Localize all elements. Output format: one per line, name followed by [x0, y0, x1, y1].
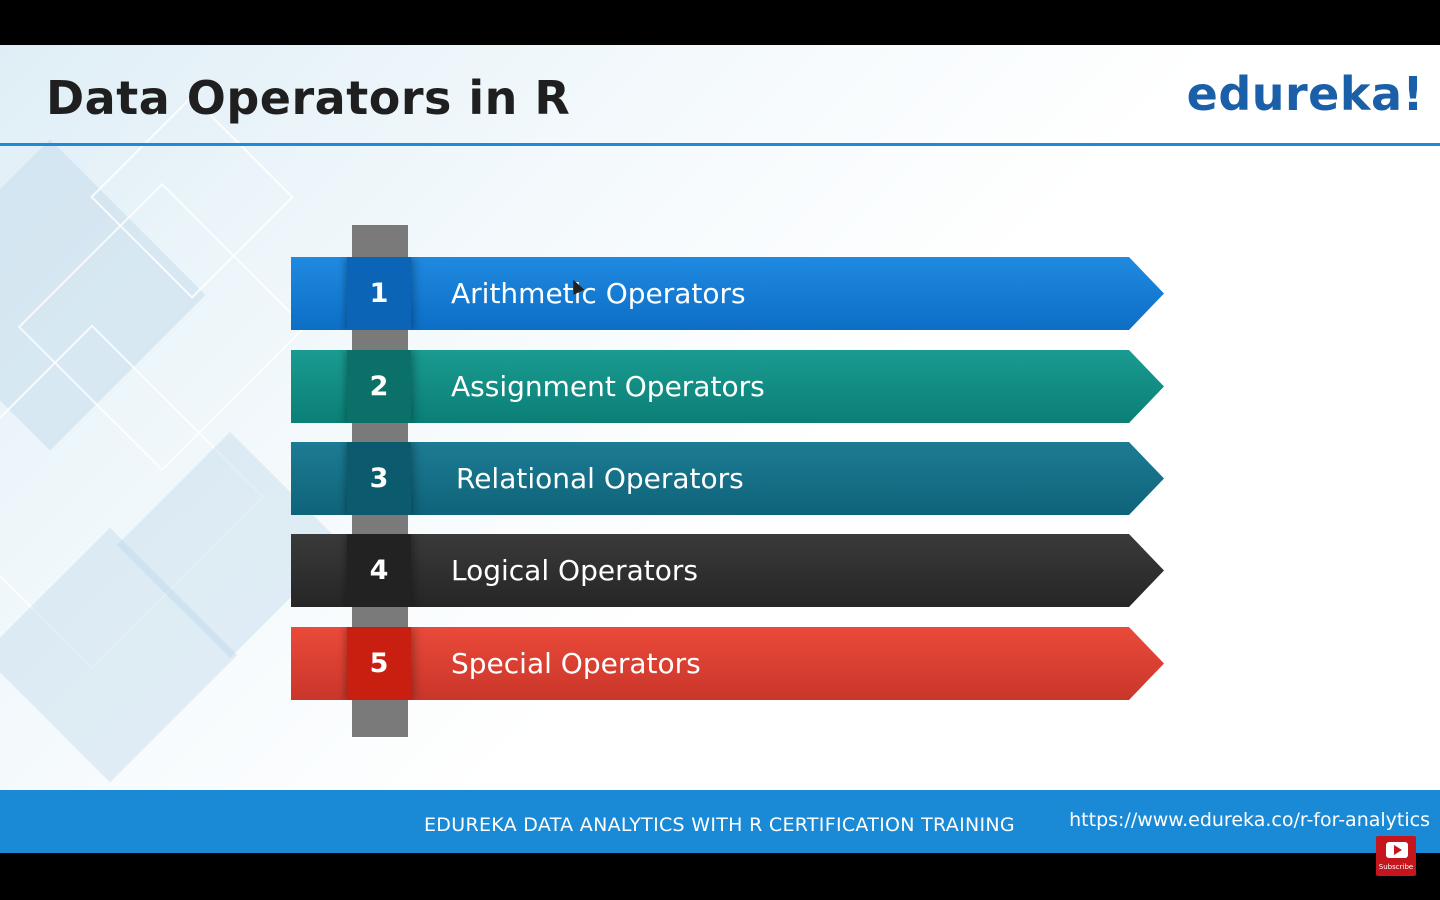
subscribe-label: Subscribe [1378, 863, 1414, 871]
operator-item-special: 5 Special Operators [291, 627, 1164, 700]
slide-title: Data Operators in R [46, 71, 571, 125]
youtube-subscribe-button[interactable]: Subscribe [1376, 836, 1416, 876]
video-top-letterbox [0, 0, 1440, 45]
item-label: Logical Operators [451, 554, 698, 587]
item-number: 4 [347, 534, 411, 607]
operator-item-relational: 3 Relational Operators [291, 442, 1164, 515]
youtube-play-icon [1386, 842, 1408, 858]
operator-item-logical: 4 Logical Operators [291, 534, 1164, 607]
slide-footer: EDUREKA DATA ANALYTICS WITH R CERTIFICAT… [0, 790, 1440, 853]
operator-item-assignment: 2 Assignment Operators [291, 350, 1164, 423]
video-bottom-letterbox [0, 853, 1440, 900]
item-number: 5 [347, 627, 411, 700]
item-number: 2 [347, 350, 411, 423]
item-label: Relational Operators [456, 462, 744, 495]
header-divider [0, 143, 1440, 146]
item-number: 3 [347, 442, 411, 515]
operator-item-arithmetic: 1 Arithmetic Operators [291, 257, 1164, 330]
course-url: https://www.edureka.co/r-for-analytics [1069, 809, 1430, 831]
item-number: 1 [347, 257, 411, 330]
course-title: EDUREKA DATA ANALYTICS WITH R CERTIFICAT… [424, 814, 1015, 836]
slide-header: Data Operators in R edureka! [0, 45, 1440, 146]
slide: Data Operators in R edureka! 1 Arithmeti… [0, 45, 1440, 853]
item-label: Special Operators [451, 647, 701, 680]
edureka-logo: edureka! [1186, 67, 1424, 121]
item-label: Arithmetic Operators [451, 277, 746, 310]
item-label: Assignment Operators [451, 370, 765, 403]
